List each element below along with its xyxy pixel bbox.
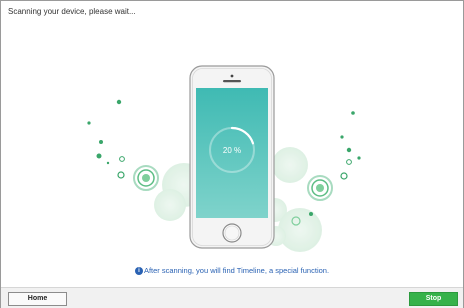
info-icon: i bbox=[134, 267, 143, 276]
footer-bar: Home Stop bbox=[1, 287, 463, 308]
home-button[interactable]: Home bbox=[8, 292, 67, 306]
tip-text: After scanning, you will find Timeline, … bbox=[143, 266, 330, 275]
home-button-icon bbox=[222, 223, 242, 243]
camera-icon bbox=[230, 74, 234, 78]
scan-illustration: 20 % bbox=[87, 65, 361, 252]
left-ring-cluster bbox=[87, 99, 159, 191]
progress-label: 20 % bbox=[223, 146, 241, 155]
stop-button[interactable]: Stop bbox=[409, 292, 458, 306]
phone-illustration bbox=[189, 65, 275, 249]
tip-message: i After scanning, you will find Timeline,… bbox=[0, 266, 464, 276]
speaker-grille bbox=[223, 80, 241, 83]
